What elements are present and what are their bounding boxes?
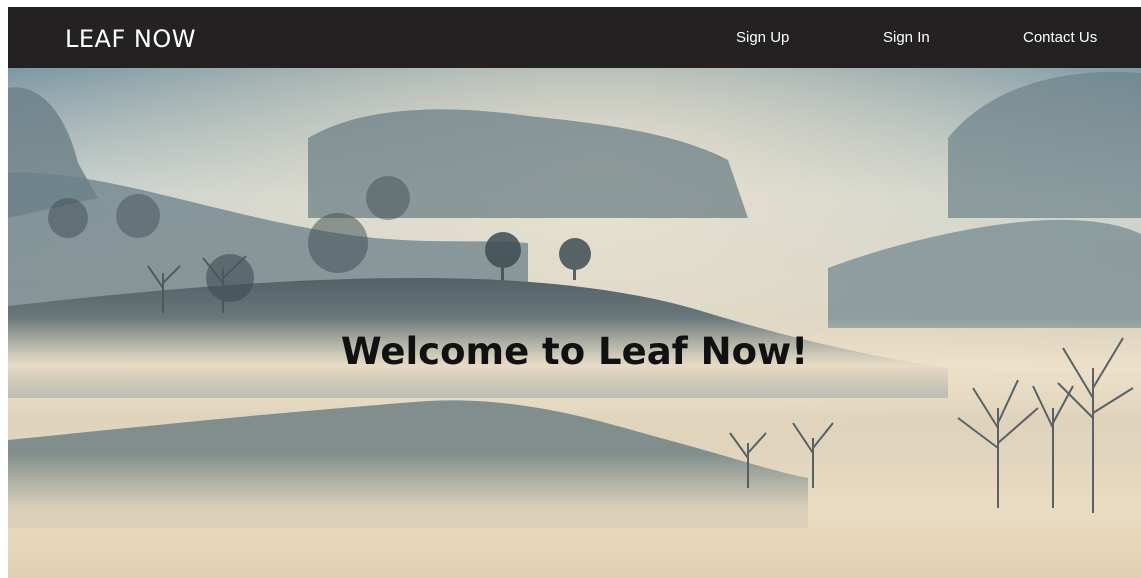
nav-contact-us-link[interactable]: Contact Us xyxy=(1023,29,1097,47)
nav-sign-in-link[interactable]: Sign In xyxy=(883,29,930,47)
foggy-landscape-background xyxy=(8,68,1141,578)
top-navbar: LEAF NOW Sign Up Sign In Contact Us xyxy=(8,7,1141,68)
welcome-heading: Welcome to Leaf Now! xyxy=(340,329,809,373)
brand-logo-text[interactable]: LEAF NOW xyxy=(65,24,196,54)
hero-section: Welcome to Leaf Now! xyxy=(8,68,1141,578)
nav-sign-up-link[interactable]: Sign Up xyxy=(736,29,789,47)
page-frame: LEAF NOW Sign Up Sign In Contact Us Welc… xyxy=(8,7,1141,578)
